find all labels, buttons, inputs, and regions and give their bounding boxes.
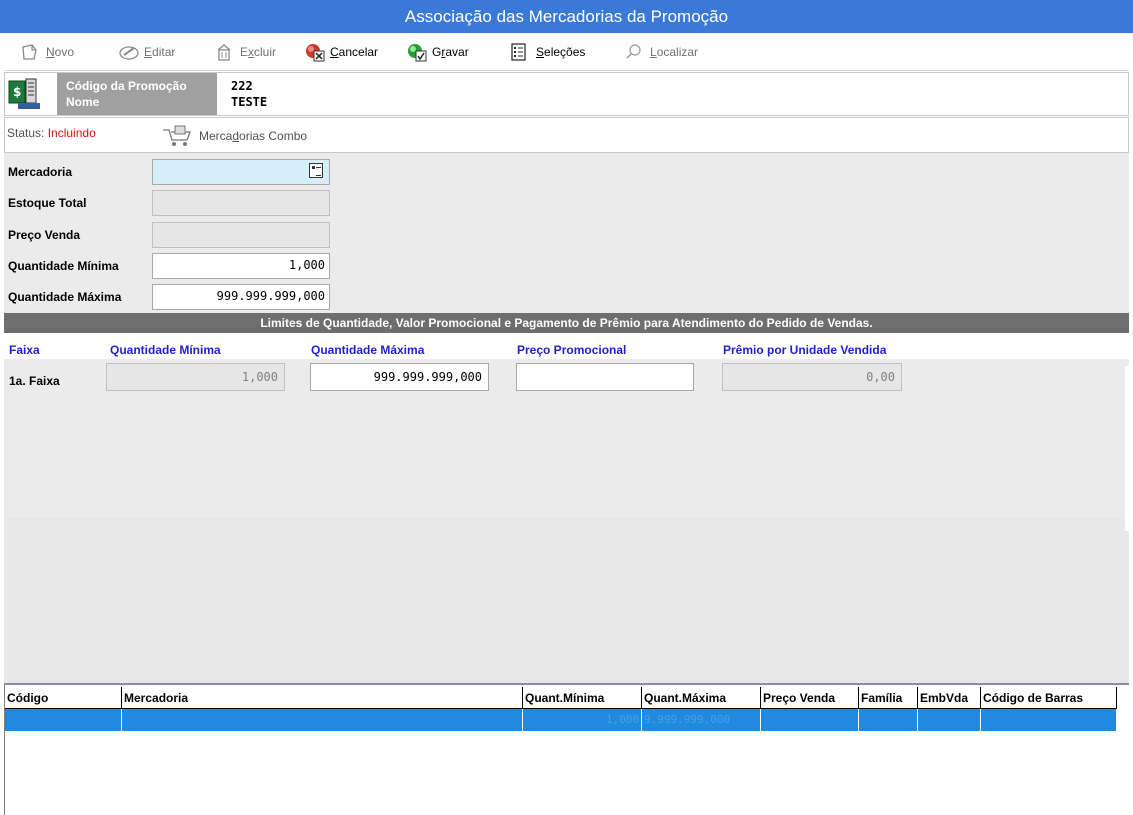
svg-text:$: $ (13, 85, 21, 99)
gravar-button[interactable]: Gravar (406, 41, 469, 63)
grid-header-codigo[interactable]: Código (5, 687, 122, 709)
limits-section-title: Limites de Quantidade, Valor Promocional… (4, 313, 1129, 333)
estoque-label: Estoque Total (8, 196, 87, 210)
preco-promocional-header: Preço Promocional (517, 343, 627, 357)
table-row[interactable]: 1,000 9.999.999,000 (5, 709, 1117, 731)
mercadoria-label: Mercadoria (8, 165, 73, 179)
cancelar-button[interactable]: Cancelar (304, 41, 378, 63)
trash-icon (214, 42, 234, 62)
mercadoria-lookup-icon[interactable] (309, 163, 323, 178)
promotion-code-value: 222 (231, 79, 253, 93)
excluir-button[interactable]: Excluir (214, 41, 276, 63)
cancel-icon (304, 42, 325, 62)
mercadoria-input[interactable] (152, 159, 330, 185)
qmin-row: Quantidade Mínima 1,000 (8, 252, 330, 280)
edit-icon (118, 42, 139, 62)
empty-panel (4, 518, 1129, 683)
faixa-1-qmin-field: 1,000 (106, 363, 285, 391)
estoque-field (152, 190, 330, 216)
preco-row: Preço Venda (8, 221, 330, 249)
mercadorias-grid[interactable]: Código Mercadoria Quant.Mínima Quant.Máx… (4, 683, 1129, 815)
list-icon (510, 42, 530, 62)
search-icon (624, 42, 644, 62)
grid-header-familia[interactable]: Família (859, 687, 918, 709)
localizar-button[interactable]: Localizar (624, 41, 698, 63)
faixa-row-1: 1a. Faixa 1,000 999.999.999,000 0,00 (4, 359, 1129, 519)
mercadorias-combo-button[interactable]: Mercadorias Combo (161, 124, 307, 148)
grid-header-preco[interactable]: Preço Venda (761, 687, 859, 709)
toolbar: Novo Editar Excluir Cancelar Gravar Sele… (4, 33, 1129, 71)
status-value: Incluindo (47, 126, 96, 140)
status-text: Status: Incluindo (7, 126, 96, 140)
qmin-header: Quantidade Mínima (110, 343, 221, 357)
promotion-labels: Código da Promoção Nome (57, 73, 217, 115)
panel-edge (1125, 366, 1133, 531)
faixa-header: Faixa (9, 343, 40, 357)
mercadoria-row: Mercadoria (8, 158, 330, 186)
save-icon (406, 42, 427, 62)
premio-header: Prêmio por Unidade Vendida (723, 343, 887, 357)
quantidade-minima-input[interactable]: 1,000 (152, 253, 330, 279)
combo-cart-icon (161, 124, 193, 148)
promotion-name-label: Nome (66, 95, 100, 109)
promotion-code-label: Código da Promoção (66, 79, 187, 93)
form-area: Mercadoria Estoque Total Preço Venda Qua… (4, 153, 1129, 683)
selecoes-button[interactable]: Seleções (510, 41, 585, 63)
faixa-1-preco-input[interactable] (516, 363, 694, 391)
faixa-1-premio-field: 0,00 (722, 363, 902, 391)
grid-header-codigo-barras[interactable]: Código de Barras (981, 687, 1117, 709)
preco-label: Preço Venda (8, 228, 81, 242)
grid-header-qmax[interactable]: Quant.Máxima (642, 687, 761, 709)
qmax-row: Quantidade Máxima 999.999.999,000 (8, 283, 330, 311)
promotion-header: $ Código da Promoção Nome 222 TESTE (4, 72, 1129, 116)
new-document-icon (20, 42, 40, 62)
promotion-values: 222 TESTE (231, 78, 267, 110)
qmin-label: Quantidade Mínima (8, 259, 119, 273)
faixa-1-qmax-input[interactable]: 999.999.999,000 (310, 363, 489, 391)
qmax-header: Quantidade Máxima (311, 343, 425, 357)
quantidade-maxima-input[interactable]: 999.999.999,000 (152, 284, 330, 310)
status-bar: Status: Incluindo Mercadorias Combo (4, 117, 1129, 153)
grid-header-embvda[interactable]: EmbVda (918, 687, 981, 709)
novo-button[interactable]: Novo (20, 41, 74, 63)
window-title: Associação das Mercadorias da Promoção (0, 0, 1133, 33)
qmax-label: Quantidade Máxima (8, 290, 122, 304)
grid-header: Código Mercadoria Quant.Mínima Quant.Máx… (5, 687, 1117, 709)
estoque-row: Estoque Total (8, 189, 330, 217)
faixa-1-label: 1a. Faixa (9, 374, 60, 388)
promotion-name-value: TESTE (231, 95, 268, 109)
limits-header: Faixa Quantidade Mínima Quantidade Máxim… (4, 333, 1129, 359)
preco-venda-field (152, 222, 330, 248)
grid-header-qmin[interactable]: Quant.Mínima (523, 687, 642, 709)
promotion-money-icon: $ (8, 77, 42, 111)
editar-button[interactable]: Editar (118, 41, 175, 63)
grid-header-mercadoria[interactable]: Mercadoria (122, 687, 523, 709)
